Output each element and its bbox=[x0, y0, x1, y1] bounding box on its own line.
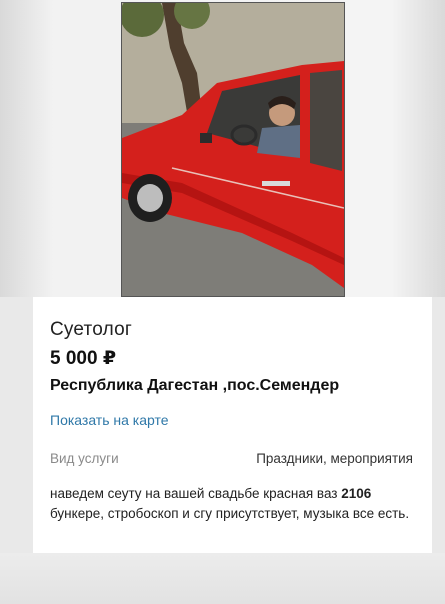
service-type-label: Вид услуги bbox=[50, 451, 119, 466]
listing-price: 5 000 ₽ bbox=[50, 348, 117, 369]
listing-card: Суетолог 5 000 ₽ Республика Дагестан ,по… bbox=[33, 297, 432, 553]
car-photo-illustration bbox=[122, 3, 344, 296]
listing-title: Суетолог bbox=[50, 319, 132, 340]
listing-photo[interactable] bbox=[121, 2, 345, 297]
description-text-1: наведем сеуту на вашей свадьбе bbox=[50, 486, 260, 501]
description-number: 2106 bbox=[341, 486, 372, 501]
listing-location: Республика Дагестан ,пос.Семендер bbox=[50, 377, 340, 394]
description-text-3: бункере, стробоскоп и сгу присутствует, … bbox=[50, 506, 410, 521]
description-text-2: красная ваз bbox=[263, 486, 338, 501]
backdrop-bottom bbox=[0, 553, 445, 604]
listing-description: наведем сеуту на вашей свадьбе красная в… bbox=[50, 484, 420, 524]
service-type-value: Праздники, мероприятия bbox=[256, 451, 413, 466]
show-on-map-link[interactable]: Показать на карте bbox=[50, 412, 169, 428]
